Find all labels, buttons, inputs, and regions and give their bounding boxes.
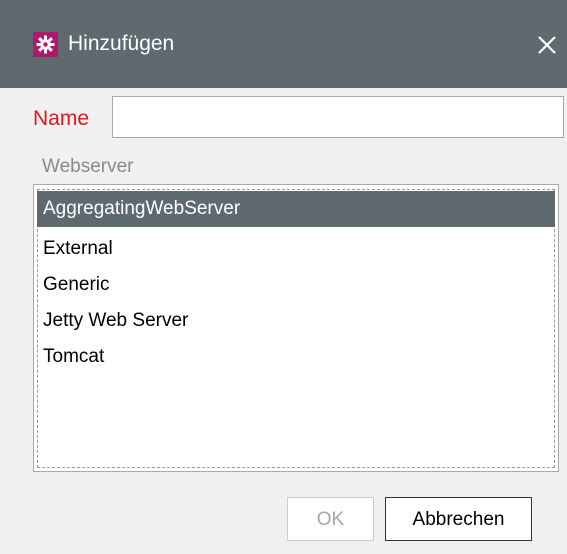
- webserver-list[interactable]: AggregatingWebServer External Generic Je…: [33, 184, 559, 472]
- name-input[interactable]: [112, 96, 564, 138]
- list-item-generic[interactable]: Generic: [37, 267, 555, 303]
- dialog-title: Hinzufügen: [68, 32, 175, 55]
- title-bar: Hinzufügen: [0, 0, 567, 88]
- ok-button[interactable]: OK: [287, 497, 374, 541]
- close-button[interactable]: [528, 26, 564, 62]
- list-item-jetty-web-server[interactable]: Jetty Web Server: [37, 303, 555, 339]
- webserver-label: Webserver: [42, 156, 134, 177]
- list-item-aggregatingwebserver[interactable]: AggregatingWebServer: [37, 191, 555, 227]
- list-item-external[interactable]: External: [37, 231, 555, 267]
- gear-icon: [33, 32, 58, 57]
- name-label: Name: [33, 107, 90, 130]
- cancel-button[interactable]: Abbrechen: [385, 497, 532, 541]
- list-item-tomcat[interactable]: Tomcat: [37, 339, 555, 375]
- add-dialog: Hinzufügen Name Webserver AggregatingWeb…: [0, 0, 567, 554]
- close-icon: [538, 36, 556, 54]
